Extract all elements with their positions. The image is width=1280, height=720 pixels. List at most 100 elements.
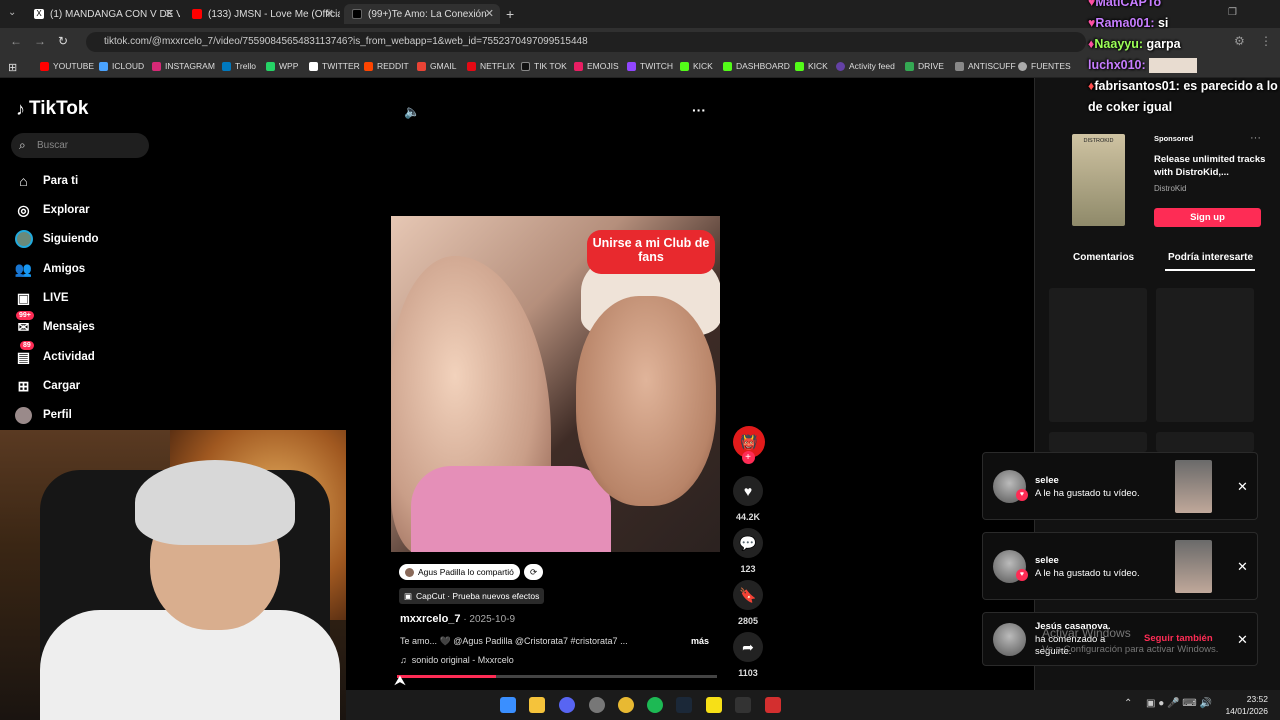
capcut-link[interactable]: ▣ CapCut · Prueba nuevos efectos	[399, 588, 545, 604]
url-field[interactable]: tiktok.com/@mxxrcelo_7/video/75590845654…	[86, 32, 1086, 52]
bookmark[interactable]: KICK	[795, 61, 828, 71]
bookmark[interactable]: YOUTUBE	[40, 61, 94, 71]
sidebar-item-perfil[interactable]: Perfil	[14, 404, 72, 426]
video-player[interactable]: Unirse a mi Club de fans	[391, 216, 720, 552]
bookmark[interactable]: EMOJIS	[574, 61, 619, 71]
search-input[interactable]: ⌕ Buscar	[11, 133, 149, 158]
bookmark[interactable]: Trello	[222, 61, 256, 71]
sidebar-item-cargar[interactable]: ⊞ Cargar	[14, 375, 80, 397]
sidebar-item-amigos[interactable]: 👥 Amigos	[14, 258, 85, 280]
suggested-video-placeholder[interactable]	[1156, 432, 1254, 452]
tab-search-icon[interactable]: ⌄	[8, 7, 16, 18]
notification-video-thumb[interactable]	[1175, 460, 1212, 513]
ad-signup-button[interactable]: Sign up	[1154, 208, 1261, 227]
follow-plus-icon[interactable]: +	[741, 451, 755, 464]
share-button[interactable]: ➦ 1103	[733, 632, 763, 678]
close-tab-icon[interactable]: ✕	[485, 7, 494, 20]
sticky-notes-icon[interactable]	[706, 697, 722, 713]
ad-more-icon[interactable]: ···	[1250, 132, 1261, 144]
bookmark[interactable]: ANTISCUFF	[955, 61, 1016, 71]
spotify-icon[interactable]	[647, 697, 663, 713]
close-notification-icon[interactable]: ✕	[1237, 559, 1248, 575]
ad-thumbnail[interactable]: DISTROKID	[1072, 134, 1125, 226]
video-progress-bar[interactable]	[397, 675, 717, 678]
close-notification-icon[interactable]: ✕	[1237, 479, 1248, 495]
sidebar-item-mensajes[interactable]: ✉ 99+ Mensajes	[14, 310, 95, 338]
start-icon[interactable]	[500, 697, 516, 713]
file-explorer-icon[interactable]	[529, 697, 545, 713]
tray-icons[interactable]: ▣ ● 🎤 ⌨ 🔊	[1146, 698, 1212, 709]
activity-icon: ▤ 89	[14, 340, 34, 367]
sound-link[interactable]: ♫ sonido original - Mxxrcelo	[400, 655, 514, 665]
comment-button[interactable]: 💬 123	[733, 528, 763, 574]
sidebar-item-live[interactable]: ▣ LIVE	[14, 287, 69, 309]
more-options-icon[interactable]: ···	[692, 102, 706, 118]
activation-subtitle: Ve a Configuración para activar Windows.	[1042, 644, 1219, 655]
browser-tab[interactable]: X (1) MANDANGA CON V DE VEN ✕	[26, 4, 180, 24]
back-icon[interactable]: ←	[10, 34, 22, 48]
bookmark[interactable]: FUENTES	[1018, 61, 1071, 71]
bookmark[interactable]: Activity feed	[836, 61, 895, 71]
voicemeeter-icon[interactable]	[765, 697, 781, 713]
steam-icon[interactable]	[676, 697, 692, 713]
save-button[interactable]: 🔖 2805	[733, 580, 763, 626]
suggested-video-placeholder[interactable]	[1156, 288, 1254, 422]
notification-card[interactable]: ♥ selee A le ha gustado tu vídeo. ✕	[982, 532, 1258, 600]
notification-card[interactable]: ♥ selee A le ha gustado tu vídeo. ✕	[982, 452, 1258, 520]
bookmark[interactable]: GMAIL	[417, 61, 456, 71]
sidebar-item-para-ti[interactable]: ⌂ Para ti	[14, 170, 78, 192]
sidebar-item-actividad[interactable]: ▤ 89 Actividad	[14, 340, 95, 368]
close-notification-icon[interactable]: ✕	[1237, 632, 1248, 648]
notification-video-thumb[interactable]	[1175, 540, 1212, 593]
following-avatar-icon	[14, 230, 33, 249]
bookmark[interactable]: DRIVE	[905, 61, 944, 71]
bookmark[interactable]: TIK TOK	[521, 61, 567, 71]
author-avatar-button[interactable]: 👹 +	[733, 426, 765, 464]
more-caption-button[interactable]: más	[691, 636, 709, 646]
sidebar-item-explorar[interactable]: ◎ Explorar	[14, 199, 89, 221]
bookmark[interactable]: REDDIT	[364, 61, 409, 71]
bookmark[interactable]: KICK	[680, 61, 713, 71]
browser-tab[interactable]: (133) JMSN - Love Me (Official ✕	[184, 4, 340, 24]
bookmark[interactable]: TWITTER	[309, 61, 360, 71]
bookmark[interactable]: INSTAGRAM	[152, 61, 215, 71]
app-icon[interactable]	[735, 697, 751, 713]
obs-icon[interactable]	[589, 697, 605, 713]
bookmark[interactable]: NETFLIX	[467, 61, 515, 71]
whatsapp-icon	[266, 61, 275, 71]
close-tab-icon[interactable]: ✕	[325, 7, 334, 20]
bookmark[interactable]: TWITCH	[627, 61, 673, 71]
share-count: 1103	[738, 668, 758, 678]
repost-icon[interactable]: ⟳	[524, 564, 543, 580]
new-tab-icon[interactable]: +	[506, 6, 514, 22]
video-author[interactable]: mxxrcelo_7 · 2025-10-9	[400, 613, 515, 625]
bookmark[interactable]: ICLOUD	[99, 61, 144, 71]
bookmark-label: Trello	[235, 61, 256, 71]
close-tab-icon[interactable]: ✕	[165, 7, 174, 20]
volume-icon[interactable]: 🔈	[404, 104, 420, 120]
sidebar-item-siguiendo[interactable]: Siguiendo	[14, 228, 99, 250]
browser-tab-active[interactable]: (99+)Te Amo: La Conexión ✕	[344, 4, 500, 24]
tab-comentarios[interactable]: Comentarios	[1073, 252, 1134, 263]
taskbar-clock[interactable]: 23:52 14/01/2026	[1222, 693, 1268, 717]
tab-podria-interesarte[interactable]: Podría interesarte	[1168, 252, 1253, 263]
like-button[interactable]: ♥ 44.2K	[733, 476, 763, 522]
chrome-icon[interactable]	[618, 697, 634, 713]
bookmark[interactable]: WPP	[266, 61, 298, 71]
forward-icon[interactable]: →	[34, 34, 46, 48]
bookmark[interactable]: DASHBOARD	[723, 61, 790, 71]
author-username[interactable]: mxxrcelo_7	[400, 613, 461, 625]
tab-title: (133) JMSN - Love Me (Official	[208, 8, 340, 20]
ad-headline[interactable]: Release unlimited tracks with DistroKid,…	[1154, 153, 1266, 179]
notification-message: A le ha gustado tu vídeo.	[1035, 488, 1140, 499]
suggested-video-placeholder[interactable]	[1049, 432, 1147, 452]
fan-club-sticker[interactable]: Unirse a mi Club de fans	[587, 230, 715, 274]
tiktok-logo[interactable]: ♪ TikTok	[16, 98, 88, 120]
shared-by-pill[interactable]: Agus Padilla lo compartió	[399, 564, 520, 580]
suggested-video-placeholder[interactable]	[1049, 288, 1147, 422]
discord-icon[interactable]	[559, 697, 575, 713]
notification-user: selee	[1035, 475, 1059, 486]
reload-icon[interactable]: ↻	[58, 34, 68, 48]
apps-grid-icon[interactable]: ⊞	[8, 61, 17, 74]
tray-arrow-icon[interactable]: ⌃	[1124, 698, 1132, 709]
